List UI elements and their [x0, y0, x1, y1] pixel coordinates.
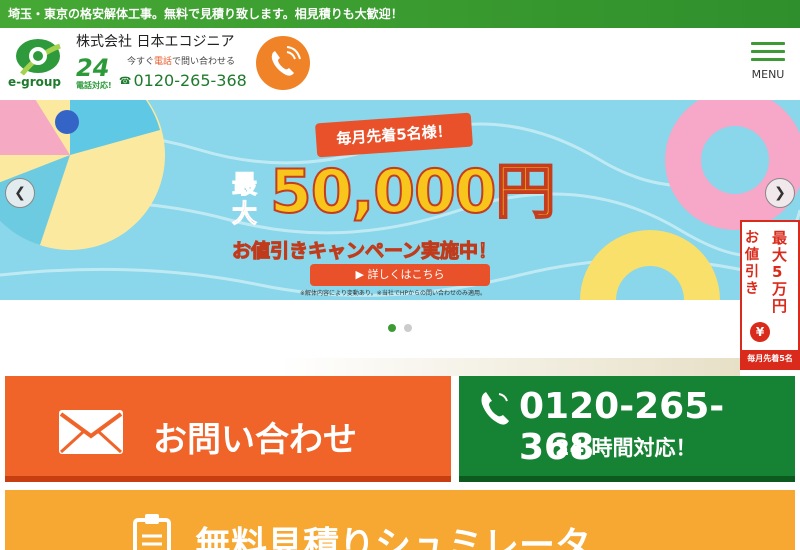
contact-button[interactable]: お問い合わせ — [5, 376, 451, 482]
header-phone-number[interactable]: ☎ 0120-265-368 — [119, 71, 247, 90]
hours-caption: 電話対応! — [76, 81, 112, 90]
side-tab-footer: 毎月先着5名 — [742, 350, 798, 368]
campaign-disclaimer: ※解体内容により変動あり。※当社でHPからの問い合わせのみ適用。 — [300, 290, 486, 297]
tel-hours: 24 時間対応！ — [555, 436, 697, 460]
chevron-left-icon: ❮ — [14, 185, 26, 201]
phone-icon — [271, 46, 301, 76]
discount-side-tab[interactable]: お値引き 最大5万円 ¥ 毎月先着5名 — [740, 220, 800, 370]
estimate-simulator-button[interactable]: 無料見積りシュミレータ — [5, 490, 795, 550]
announcement-text: 埼玉・東京の格安解体工事。無料で見積り致します。相見積りも大歓迎！ — [8, 7, 403, 21]
campaign-banner[interactable]: 毎月先着5名様！ 最大 50,000円 お値引きキャンペーン実施中！ ▶ 詳しく… — [0, 100, 800, 300]
freedial-icon: ☎ — [119, 76, 132, 87]
slider-dot[interactable] — [388, 324, 396, 332]
side-tab-right-text: 最大5万円 — [772, 229, 788, 315]
clipboard-icon — [133, 514, 171, 550]
hamburger-icon — [751, 42, 785, 45]
site-header: e-group 株式会社 日本エコジニア 24 電話対応! 今すぐ電話で問い合わ… — [0, 28, 800, 100]
contact-label: お問い合わせ — [153, 420, 357, 460]
max-label: 最大 — [232, 170, 258, 229]
yen-icon: ¥ — [750, 322, 770, 342]
slider-pagination — [388, 317, 420, 332]
details-button[interactable]: ▶ 詳しくはこちら — [310, 264, 490, 286]
company-name: 株式会社 日本エコジニア — [76, 34, 235, 50]
campaign-text: お値引きキャンペーン実施中！ — [231, 240, 498, 263]
call-prompt: 今すぐ電話で問い合わせる — [127, 57, 236, 67]
logo-text: e-group — [8, 75, 62, 89]
chevron-right-icon: ❯ — [774, 185, 786, 201]
discount-amount: 50,000円 — [269, 157, 557, 227]
phone-icon — [481, 392, 509, 425]
side-tab-left-text: お値引き — [745, 230, 759, 297]
menu-button[interactable]: MENU — [748, 42, 788, 81]
mail-icon — [59, 410, 123, 454]
slider-dot[interactable] — [404, 324, 412, 332]
top-announcement-bar: 埼玉・東京の格安解体工事。無料で見積り致します。相見積りも大歓迎！ — [0, 0, 800, 28]
section-heading-strip — [280, 358, 740, 376]
hours-badge: 24 — [76, 54, 110, 82]
slider-prev-button[interactable]: ❮ — [5, 178, 35, 208]
menu-label: MENU — [751, 68, 785, 81]
phone-call-button[interactable]: 0120-265-368 24 時間対応！ — [459, 376, 795, 482]
call-button[interactable] — [256, 36, 310, 90]
simulator-label: 無料見積りシュミレータ — [195, 525, 592, 550]
slider-next-button[interactable]: ❯ — [765, 178, 795, 208]
